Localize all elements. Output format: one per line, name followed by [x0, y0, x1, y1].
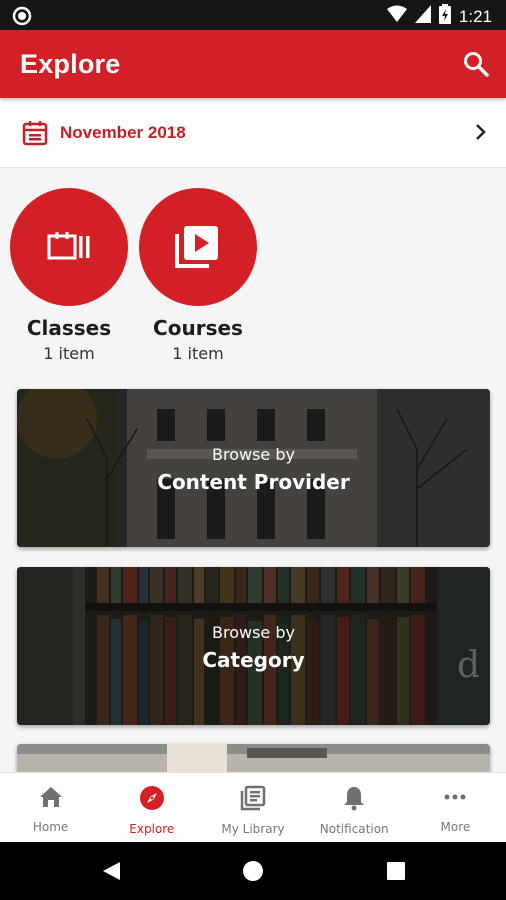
- notification-icon: [12, 6, 32, 31]
- month-label: November 2018: [60, 123, 186, 142]
- nav-label: Notification: [319, 822, 389, 836]
- browse-content-provider-card[interactable]: Browse by Content Provider: [17, 389, 490, 547]
- calendar-icon: [22, 120, 48, 151]
- library-icon: [240, 785, 266, 816]
- system-navigation-bar: [0, 842, 506, 900]
- courses-shortcut[interactable]: Courses 1 item: [139, 188, 257, 363]
- classes-icon: [10, 188, 128, 306]
- nav-label: More: [440, 820, 471, 834]
- recents-icon[interactable]: [386, 861, 406, 886]
- classes-shortcut[interactable]: Classes 1 item: [10, 188, 128, 363]
- home-button-icon[interactable]: [242, 860, 264, 887]
- bottom-navigation: Home Explore My Library Notification Mor…: [0, 772, 506, 842]
- month-selector[interactable]: November 2018: [0, 98, 506, 168]
- search-icon[interactable]: [462, 50, 490, 78]
- nav-label: Explore: [129, 822, 175, 836]
- status-time: 1:21: [458, 6, 492, 26]
- video-library-icon: [139, 188, 257, 306]
- shortcut-label: Courses: [153, 316, 243, 340]
- wifi-icon: [386, 5, 407, 28]
- chevron-right-icon[interactable]: [474, 122, 488, 147]
- card-title: Content Provider: [157, 470, 350, 494]
- compass-icon: [139, 785, 165, 816]
- nav-notification[interactable]: Notification: [304, 773, 405, 842]
- nav-more[interactable]: More: [405, 773, 506, 842]
- nav-explore[interactable]: Explore: [101, 773, 202, 842]
- shortcut-count: 1 item: [43, 344, 95, 363]
- shortcut-label: Classes: [26, 316, 112, 340]
- app-bar: Explore: [0, 30, 506, 98]
- back-icon[interactable]: [100, 860, 122, 887]
- nav-home[interactable]: Home: [0, 773, 101, 842]
- more-icon: [442, 785, 468, 814]
- card-title: Category: [202, 648, 305, 672]
- home-icon: [38, 785, 64, 814]
- card-prefix: Browse by: [212, 623, 295, 642]
- browse-category-card[interactable]: d Browse by Category: [17, 567, 490, 725]
- shortcut-count: 1 item: [172, 344, 224, 363]
- bell-icon: [342, 785, 366, 816]
- nav-label: My Library: [221, 822, 285, 836]
- page-title: Explore: [20, 48, 121, 79]
- signal-icon: [414, 5, 431, 28]
- status-bar: 1:21: [0, 0, 506, 30]
- nav-my-library[interactable]: My Library: [202, 773, 303, 842]
- nav-label: Home: [32, 820, 69, 834]
- shortcuts: Classes 1 item Courses 1 item: [0, 188, 506, 368]
- battery-icon: [438, 4, 451, 29]
- card-prefix: Browse by: [212, 445, 295, 464]
